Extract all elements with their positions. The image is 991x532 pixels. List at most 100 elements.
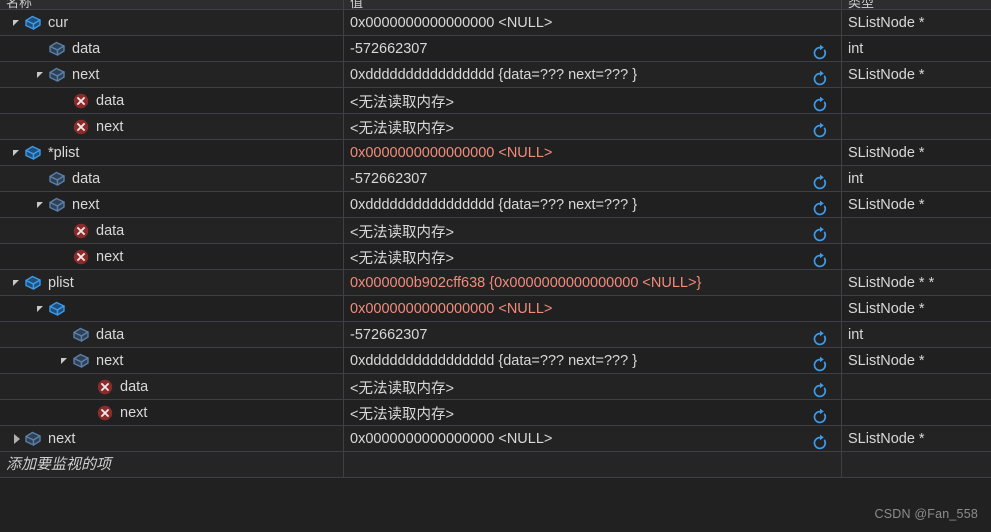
watch-row-name-cell[interactable]: next [0,114,343,140]
watch-row-value[interactable]: 0xdddddddddddddddd {data=??? next=??? } [344,348,841,374]
watch-row-value[interactable]: <无法读取内存> [344,88,841,114]
watch-row-value[interactable]: -572662307 [344,322,841,348]
watch-row-value[interactable]: -572662307 [344,36,841,62]
watch-row-name-cell[interactable] [0,296,343,322]
watch-row[interactable]: cur 0x0000000000000000 <NULL> SListNode * [0,10,991,36]
watch-row[interactable]: *plist 0x0000000000000000 <NULL> SListNode… [0,140,991,166]
row-separator-1 [343,114,344,139]
indent-spacer [0,62,34,88]
watch-row[interactable]: data <无法读取内存> [0,218,991,244]
column-header-name[interactable]: 名称 [6,0,32,9]
watch-row[interactable]: next <无法读取内存> [0,114,991,140]
cube-icon [24,426,43,452]
watch-row-value[interactable]: <无法读取内存> [344,114,841,140]
watch-row-value[interactable]: 0x0000000000000000 <NULL> [344,296,841,322]
row-separator-1 [343,62,344,87]
row-separator-2 [841,166,842,191]
watch-row-value[interactable]: 0xdddddddddddddddd {data=??? next=??? } [344,62,841,88]
watch-row-type [842,218,991,244]
chevron-down-icon[interactable] [58,348,72,374]
watch-row[interactable]: data <无法读取内存> [0,374,991,400]
watch-row-type: int [848,41,864,57]
watch-row-name-cell[interactable]: cur [0,10,343,36]
row-separator-1 [343,192,344,217]
watch-grid[interactable]: 名称 值 类型 cur 0x0000000000000000 <NULL> SLis… [0,0,991,478]
watch-row[interactable]: plist 0x000000b902cff638 {0x0000000000000… [0,270,991,296]
indent-spacer [0,322,58,348]
watch-row-value-text: 0xdddddddddddddddd {data=??? next=??? } [350,67,638,83]
watch-row-name-cell[interactable]: plist [0,270,343,296]
watch-row-name-cell[interactable]: next [0,400,343,426]
watch-row-value-text: 0x000000b902cff638 {0x0000000000000000 <… [350,275,702,291]
row-separator-1 [343,400,344,425]
watch-row-name-cell[interactable]: data [0,322,343,348]
watch-row-name-cell[interactable]: data [0,36,343,62]
chevron-down-icon[interactable] [10,10,24,36]
chevron-down-icon[interactable] [10,140,24,166]
chevron-down-icon[interactable] [10,270,24,296]
watch-row[interactable]: next 0xdddddddddddddddd {data=??? next=??… [0,348,991,374]
watch-row-name: data [96,223,125,239]
watch-row-value[interactable]: 0x000000b902cff638 {0x0000000000000000 <… [344,270,841,296]
watch-row-name-cell[interactable]: *plist [0,140,343,166]
row-separator-2 [841,296,842,321]
chevron-right-icon[interactable] [10,426,24,452]
watch-row[interactable]: next 0x0000000000000000 <NULL> SListNode * [0,426,991,452]
row-separator-2 [841,452,842,477]
column-header-type[interactable]: 类型 [848,0,874,9]
row-separator-2 [841,218,842,243]
watch-row[interactable]: next 0xdddddddddddddddd {data=??? next=??… [0,192,991,218]
chevron-down-icon[interactable] [34,62,48,88]
indent-spacer [0,10,10,36]
watch-row-name-cell[interactable]: data [0,218,343,244]
watch-row-name: next [72,67,100,83]
watch-row-value[interactable]: <无法读取内存> [344,400,841,426]
watch-row-value[interactable]: 0x0000000000000000 <NULL> [344,140,841,166]
watch-row-name-cell[interactable]: next [0,348,343,374]
watch-row-value[interactable]: 0x0000000000000000 <NULL> [344,10,841,36]
row-separator-1 [343,88,344,113]
watch-row[interactable]: 0x0000000000000000 <NULL> SListNode * [0,296,991,322]
add-watch-placeholder[interactable]: 添加要监视的项 [6,452,111,478]
watch-row[interactable]: data -572662307 int [0,322,991,348]
watch-row-value-text: -572662307 [350,41,428,57]
twisty-placeholder [58,322,72,348]
watch-row-value[interactable]: <无法读取内存> [344,374,841,400]
header-separator-2[interactable] [841,0,842,9]
watch-row-value[interactable]: <无法读取内存> [344,218,841,244]
watch-row-name: plist [48,275,74,291]
row-separator-2 [841,374,842,399]
watch-row[interactable]: next 0xdddddddddddddddd {data=??? next=??… [0,62,991,88]
watch-grid-header[interactable]: 名称 值 类型 [0,0,991,10]
header-separator-1[interactable] [343,0,344,9]
indent-spacer [0,218,58,244]
watch-row[interactable]: next <无法读取内存> [0,244,991,270]
watch-row-name-cell[interactable]: next [0,62,343,88]
watch-row-type: SListNode * [848,301,925,317]
chevron-down-icon[interactable] [34,296,48,322]
chevron-down-icon[interactable] [34,192,48,218]
watch-row-name-cell[interactable]: data [0,88,343,114]
watch-row-name-cell[interactable]: next [0,192,343,218]
watch-row-name-cell[interactable]: next [0,244,343,270]
watch-row[interactable]: data -572662307 int [0,166,991,192]
row-separator-1 [343,374,344,399]
watch-row-name-cell[interactable]: data [0,374,343,400]
watch-row-name-cell[interactable]: next [0,426,343,452]
watch-window: 名称 值 类型 cur 0x0000000000000000 <NULL> SLis… [0,0,991,532]
watch-row[interactable]: data -572662307 int [0,36,991,62]
watch-row[interactable]: data <无法读取内存> [0,88,991,114]
watch-row-value[interactable]: 0xdddddddddddddddd {data=??? next=??? } [344,192,841,218]
indent-spacer [0,348,58,374]
watch-row-value[interactable]: 0x0000000000000000 <NULL> [344,426,841,452]
cube-icon [48,192,67,218]
watch-row-value-text: 0x0000000000000000 <NULL> [350,15,553,31]
row-separator-2 [841,192,842,217]
column-header-value[interactable]: 值 [350,0,363,9]
watch-row-name-cell[interactable]: data [0,166,343,192]
watch-row-value[interactable]: -572662307 [344,166,841,192]
watch-row[interactable]: next <无法读取内存> [0,400,991,426]
watch-row-value-text: 0x0000000000000000 <NULL> [350,431,553,447]
watch-row-value[interactable]: <无法读取内存> [344,244,841,270]
add-watch-row[interactable]: 添加要监视的项 [0,452,991,478]
